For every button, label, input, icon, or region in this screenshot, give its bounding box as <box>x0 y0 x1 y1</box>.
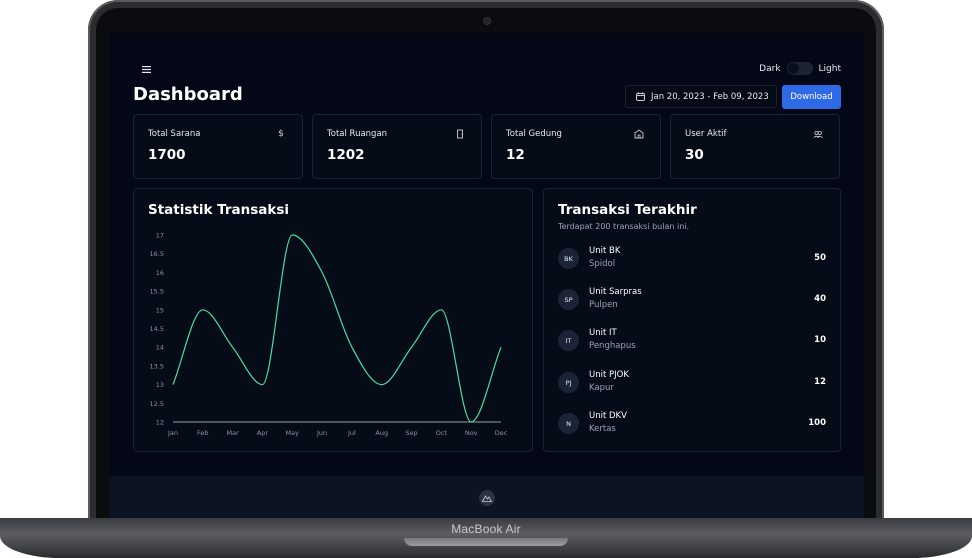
stat-value: 1202 <box>327 147 365 163</box>
date-range-picker[interactable]: Jan 20, 2023 - Feb 09, 2023 <box>625 85 777 108</box>
list-item[interactable]: N Unit DKV Kertas 100 <box>558 411 826 437</box>
transaction-unit: Unit DKV <box>589 411 627 421</box>
avatar: N <box>558 413 579 434</box>
y-tick-label: 12.5 <box>150 400 164 408</box>
y-tick-label: 12 <box>156 419 164 427</box>
y-tick-label: 16.5 <box>150 250 164 258</box>
stat-label: Total Sarana <box>148 129 201 139</box>
x-tick-label: Jun <box>316 429 327 437</box>
theme-toggle[interactable] <box>786 62 813 75</box>
stat-label: User Aktif <box>685 129 727 139</box>
transaction-amount: 50 <box>814 253 826 263</box>
avatar: PJ <box>558 372 579 393</box>
transaction-item: Kertas <box>589 424 616 434</box>
theme-switcher: Dark Light <box>759 62 841 75</box>
dollar-icon: $ <box>278 129 284 139</box>
recent-transactions-card: Transaksi Terakhir Terdapat 200 transaks… <box>543 188 841 452</box>
recent-title: Transaksi Terakhir <box>558 202 697 218</box>
y-tick-label: 14 <box>156 344 164 352</box>
x-tick-label: Mar <box>227 429 240 437</box>
x-tick-label: Aug <box>375 429 388 437</box>
x-tick-label: Sep <box>405 429 417 437</box>
transaction-amount: 40 <box>814 294 826 304</box>
logo-icon <box>479 490 495 506</box>
avatar: BK <box>558 248 579 269</box>
laptop-notch <box>404 538 568 546</box>
y-tick-label: 13.5 <box>150 362 164 370</box>
date-range-text: Jan 20, 2023 - Feb 09, 2023 <box>651 91 769 102</box>
list-item[interactable]: SP Unit Sarpras Pulpen 40 <box>558 287 826 313</box>
users-icon <box>813 131 823 138</box>
list-item[interactable]: BK Unit BK Spidol 50 <box>558 246 826 272</box>
building-icon <box>634 129 644 139</box>
device-label: MacBook Air <box>451 522 521 536</box>
screen: Dark Light Dashboard Jan 20, 2023 - Feb … <box>109 33 864 518</box>
y-tick-label: 17 <box>156 232 164 240</box>
x-tick-label: Feb <box>197 429 209 437</box>
series-line <box>172 234 502 423</box>
x-tick-label: Nov <box>465 429 478 437</box>
menu-icon[interactable] <box>142 66 151 73</box>
list-item[interactable]: IT Unit IT Penghapus 10 <box>558 328 826 354</box>
stat-card-total-gedung: Total Gedung 12 <box>491 114 661 179</box>
download-button[interactable]: Download <box>782 85 841 109</box>
transaction-unit: Unit Sarpras <box>589 287 642 297</box>
transaction-item: Kapur <box>589 383 614 393</box>
stat-value: 30 <box>685 147 704 163</box>
transaction-amount: 12 <box>814 377 826 387</box>
y-tick-label: 15 <box>156 306 164 314</box>
transaction-item: Pulpen <box>589 300 618 310</box>
transaction-unit: Unit BK <box>589 246 621 256</box>
y-tick-label: 14.5 <box>150 325 164 333</box>
x-tick-label: Jan <box>167 429 178 437</box>
stat-card-total-ruangan: Total Ruangan 1202 <box>312 114 482 179</box>
y-tick-label: 15.5 <box>150 288 164 296</box>
stat-label: Total Ruangan <box>327 129 388 139</box>
stat-value: 1700 <box>148 147 186 163</box>
stat-card-total-sarana: Total Sarana 1700 $ <box>133 114 303 179</box>
avatar: IT <box>558 330 579 351</box>
camera-icon <box>484 18 490 24</box>
avatar: SP <box>558 289 579 310</box>
transaction-item: Spidol <box>589 259 616 269</box>
list-item[interactable]: PJ Unit PJOK Kapur 12 <box>558 370 826 396</box>
y-tick-label: 16 <box>156 269 164 277</box>
transaction-amount: 10 <box>814 335 826 345</box>
x-tick-label: Dec <box>495 429 508 437</box>
theme-dark-label: Dark <box>759 63 781 74</box>
toggle-knob <box>787 63 799 74</box>
x-tick-label: May <box>286 429 300 437</box>
line-chart: 17 16.5 16 15.5 15 14.5 14 13.5 13 12.5 12Jan Feb Ma… <box>150 232 508 438</box>
theme-light-label: Light <box>818 63 841 74</box>
x-tick-label: Jul <box>347 429 356 437</box>
calendar-icon <box>636 92 645 101</box>
chart-card: Statistik Transaksi 17 16.5 16 15.5 15 14.5 14… <box>133 188 533 452</box>
x-tick-label: Apr <box>257 429 269 437</box>
transaction-unit: Unit IT <box>589 328 617 338</box>
y-tick-label: 13 <box>156 381 164 389</box>
page-title: Dashboard <box>133 84 243 105</box>
x-tick-label: Oct <box>436 429 448 437</box>
transaction-amount: 100 <box>808 418 826 428</box>
recent-subtitle: Terdapat 200 transaksi bulan ini. <box>558 222 690 231</box>
stat-value: 12 <box>506 147 525 163</box>
door-icon <box>457 129 463 139</box>
transaction-unit: Unit PJOK <box>589 370 629 380</box>
stat-label: Total Gedung <box>506 129 562 139</box>
transaction-item: Penghapus <box>589 341 636 351</box>
stat-card-user-aktif: User Aktif 30 <box>670 114 840 179</box>
